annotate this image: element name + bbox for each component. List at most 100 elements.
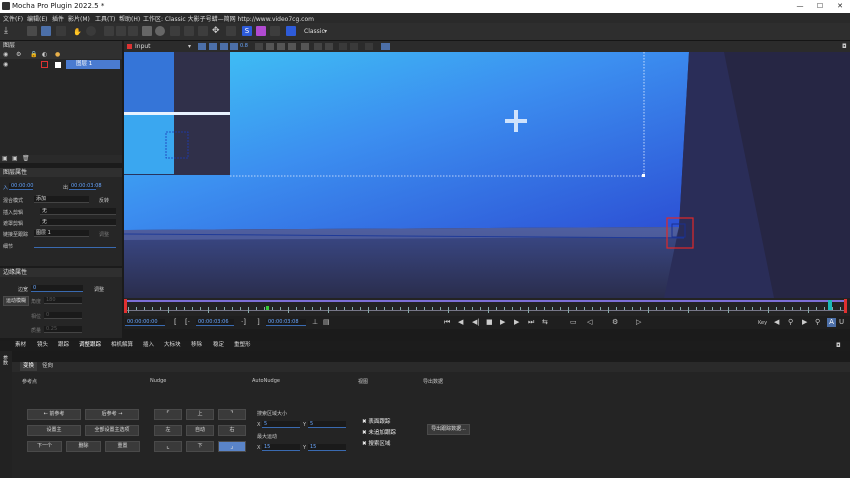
- current-time-field[interactable]: 00:00:00:00: [125, 319, 165, 326]
- reset-button[interactable]: 重置: [105, 441, 140, 452]
- detail-slider[interactable]: [34, 247, 116, 248]
- menu-plugin[interactable]: 插件: [52, 14, 64, 23]
- step-back-icon[interactable]: ◀|: [472, 318, 480, 326]
- xspline-tool-icon[interactable]: [104, 26, 114, 36]
- graph-icon[interactable]: [325, 43, 333, 50]
- out-point-field[interactable]: 00:00:03:08: [69, 183, 102, 190]
- layer-visible-icon[interactable]: ◉: [3, 61, 8, 69]
- opacity-value[interactable]: 0.8: [240, 43, 248, 49]
- key-back-icon[interactable]: ◁: [587, 318, 592, 326]
- insert-clip-select[interactable]: 无: [40, 208, 116, 215]
- nudge-up-button[interactable]: 上: [186, 409, 214, 420]
- subtab-transform[interactable]: 变换: [20, 362, 38, 371]
- first-frame-icon[interactable]: ⏮: [444, 318, 450, 326]
- clip-mode-icon[interactable]: ▭: [570, 318, 577, 326]
- layer-color-swatch[interactable]: [41, 61, 48, 68]
- delete-button[interactable]: 删除: [66, 441, 101, 452]
- menu-file[interactable]: 文件(F): [3, 14, 23, 23]
- prev-key-icon[interactable]: ◀: [774, 318, 779, 326]
- link-adjust-button[interactable]: 调整: [99, 231, 109, 238]
- matte-clip-select[interactable]: 无: [40, 219, 116, 226]
- check-surface-track[interactable]: ✖ 表面跟踪: [362, 417, 390, 425]
- tab-insert[interactable]: 插入: [143, 341, 154, 350]
- curve-icon[interactable]: [314, 43, 322, 50]
- view-color-icon[interactable]: [230, 43, 238, 50]
- settings-icon[interactable]: ⚙: [612, 318, 618, 326]
- tab-camera-solve[interactable]: 相机解算: [111, 341, 133, 350]
- tab-reshape[interactable]: 重塑形: [234, 341, 251, 350]
- eye-icon[interactable]: ◉: [3, 51, 8, 59]
- keyframe-marker[interactable]: [266, 306, 269, 310]
- track-icon[interactable]: [301, 43, 309, 50]
- edge-width-field[interactable]: 0: [31, 285, 83, 292]
- out-marker[interactable]: [844, 299, 847, 313]
- zoom-fit-icon[interactable]: [350, 43, 358, 50]
- next-key-icon[interactable]: ▶: [802, 318, 807, 326]
- panel-menu-icon[interactable]: ◘: [842, 43, 847, 51]
- quality-field[interactable]: 0.25: [44, 326, 82, 333]
- auto-key-icon[interactable]: A: [827, 318, 836, 327]
- pen-tool-icon[interactable]: [56, 26, 66, 36]
- circle-tool-icon[interactable]: [155, 26, 165, 36]
- layer-matte-swatch[interactable]: [55, 62, 61, 68]
- nudge-right-button[interactable]: 右: [218, 425, 246, 436]
- select-multi-tool-icon[interactable]: [41, 26, 51, 36]
- add-point-icon[interactable]: [128, 26, 138, 36]
- link-track-select[interactable]: 图层 1: [34, 230, 89, 237]
- next-button[interactable]: 下一个: [27, 441, 62, 452]
- motion-blur-button[interactable]: 运动模糊: [3, 296, 29, 306]
- move-icon[interactable]: ✥: [212, 27, 220, 36]
- max-y-field[interactable]: 15: [308, 444, 346, 451]
- tab-adjust-track[interactable]: 调整跟踪: [79, 341, 101, 350]
- close-button[interactable]: ✕: [830, 0, 850, 13]
- export-tracking-button[interactable]: 导出跟踪数据...: [427, 424, 470, 435]
- bracket-out-icon[interactable]: ]: [257, 318, 260, 326]
- nudge-up-left-button[interactable]: ⌜: [154, 409, 182, 420]
- surface-icon[interactable]: S: [242, 26, 252, 36]
- clip-range-icon[interactable]: ▤: [323, 318, 330, 326]
- viewer-canvas[interactable]: [124, 52, 850, 298]
- grid-icon[interactable]: [226, 26, 236, 36]
- menu-edit[interactable]: 编辑(E): [27, 14, 47, 23]
- angle-field[interactable]: 180: [44, 297, 82, 304]
- set-all-master-button[interactable]: 全部设置主选项: [85, 425, 139, 436]
- next-reference-button[interactable]: 后参考 →: [85, 409, 139, 420]
- view-mode-icon[interactable]: [198, 43, 206, 50]
- nudge-down-button[interactable]: 下: [186, 441, 214, 452]
- workspace-select[interactable]: Classic: [304, 28, 325, 35]
- menu-help[interactable]: 帮助(H): [119, 14, 140, 23]
- chevron-down-icon[interactable]: ▾: [188, 43, 191, 51]
- play-outline-icon[interactable]: ▷: [636, 318, 641, 326]
- add-key-icon[interactable]: ⚲: [788, 318, 793, 326]
- matte-icon[interactable]: ◐: [42, 51, 47, 59]
- gear-icon[interactable]: ⚙: [16, 51, 21, 59]
- lut-icon[interactable]: [381, 43, 390, 50]
- prev-reference-button[interactable]: ← 前参考: [27, 409, 81, 420]
- stabilize-icon[interactable]: [339, 43, 347, 50]
- grid-view-icon[interactable]: [255, 43, 263, 50]
- track-forward-icon[interactable]: ▶: [514, 318, 519, 326]
- timeline-ruler[interactable]: [124, 298, 850, 316]
- stop-icon[interactable]: ■: [486, 318, 493, 326]
- minimize-button[interactable]: —: [790, 0, 810, 13]
- color-icon[interactable]: ●: [55, 51, 60, 59]
- tab-megaplate[interactable]: 大标块: [164, 341, 181, 350]
- range-icon[interactable]: ⊥: [312, 318, 318, 326]
- set-master-button[interactable]: 设置主: [27, 425, 81, 436]
- pan-icon[interactable]: [365, 43, 373, 50]
- nudge-left-button[interactable]: 左: [154, 425, 182, 436]
- align-icon[interactable]: [286, 26, 296, 36]
- max-x-field[interactable]: 15: [262, 444, 300, 451]
- layer-row[interactable]: ◉ 图层 1: [0, 60, 122, 69]
- lens-icon[interactable]: [288, 43, 296, 50]
- bracket-in-icon[interactable]: [: [174, 318, 177, 326]
- blend-mode-select[interactable]: 添加: [34, 196, 89, 203]
- scale-icon[interactable]: [198, 26, 208, 36]
- tab-stabilize[interactable]: 稳定: [213, 341, 224, 350]
- nudge-down-right-button[interactable]: ⌟: [218, 441, 246, 452]
- nudge-down-left-button[interactable]: ⌞: [154, 441, 182, 452]
- save-icon[interactable]: ⤓: [4, 27, 8, 36]
- set-out-icon[interactable]: ·]: [241, 318, 246, 326]
- maximize-button[interactable]: ☐: [810, 0, 830, 13]
- phase-field[interactable]: 0: [44, 312, 82, 319]
